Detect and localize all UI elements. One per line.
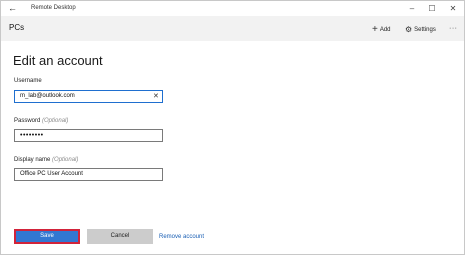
username-label: Username xyxy=(14,77,42,85)
display-name-label: Display name (Optional) xyxy=(14,156,78,164)
minimize-icon[interactable]: – xyxy=(404,2,420,15)
plus-icon: + xyxy=(372,24,378,35)
cancel-button[interactable]: Cancel xyxy=(87,229,153,244)
username-field[interactable]: m_lab@outlook.com xyxy=(14,90,163,103)
settings-button[interactable]: ⚙ Settings xyxy=(405,24,436,35)
display-name-label-text: Display name xyxy=(14,157,51,163)
username-label-text: Username xyxy=(14,78,42,84)
add-label: Add xyxy=(379,27,391,33)
back-arrow-icon[interactable]: ← xyxy=(8,2,17,15)
more-icon[interactable]: ··· xyxy=(449,24,458,33)
password-field[interactable]: •••••••• xyxy=(14,129,163,142)
title-bar: ← Remote Desktop – ☐ ✕ xyxy=(1,1,464,16)
password-label: Password (Optional) xyxy=(14,117,68,125)
maximize-icon[interactable]: ☐ xyxy=(424,2,440,15)
display-name-field[interactable]: Office PC User Account xyxy=(14,168,163,181)
save-button[interactable]: Save xyxy=(14,229,80,244)
display-name-optional-hint: (Optional) xyxy=(52,157,79,163)
app-window: ← Remote Desktop – ☐ ✕ PCs + Add ⚙ Setting… xyxy=(0,0,465,255)
clear-icon[interactable]: ✕ xyxy=(153,92,159,101)
add-button[interactable]: + Add xyxy=(372,24,391,35)
remove-account-link[interactable]: Remove account xyxy=(159,233,204,241)
page-title: Edit an account xyxy=(13,53,103,68)
command-bar: PCs + Add ⚙ Settings ··· xyxy=(1,16,464,41)
close-icon[interactable]: ✕ xyxy=(445,2,461,15)
password-optional-hint: (Optional) xyxy=(42,118,69,124)
settings-label: Settings xyxy=(414,27,436,33)
section-title: PCs xyxy=(9,23,25,32)
password-label-text: Password xyxy=(14,118,41,124)
gear-icon: ⚙ xyxy=(405,25,413,34)
app-title: Remote Desktop xyxy=(31,5,76,11)
